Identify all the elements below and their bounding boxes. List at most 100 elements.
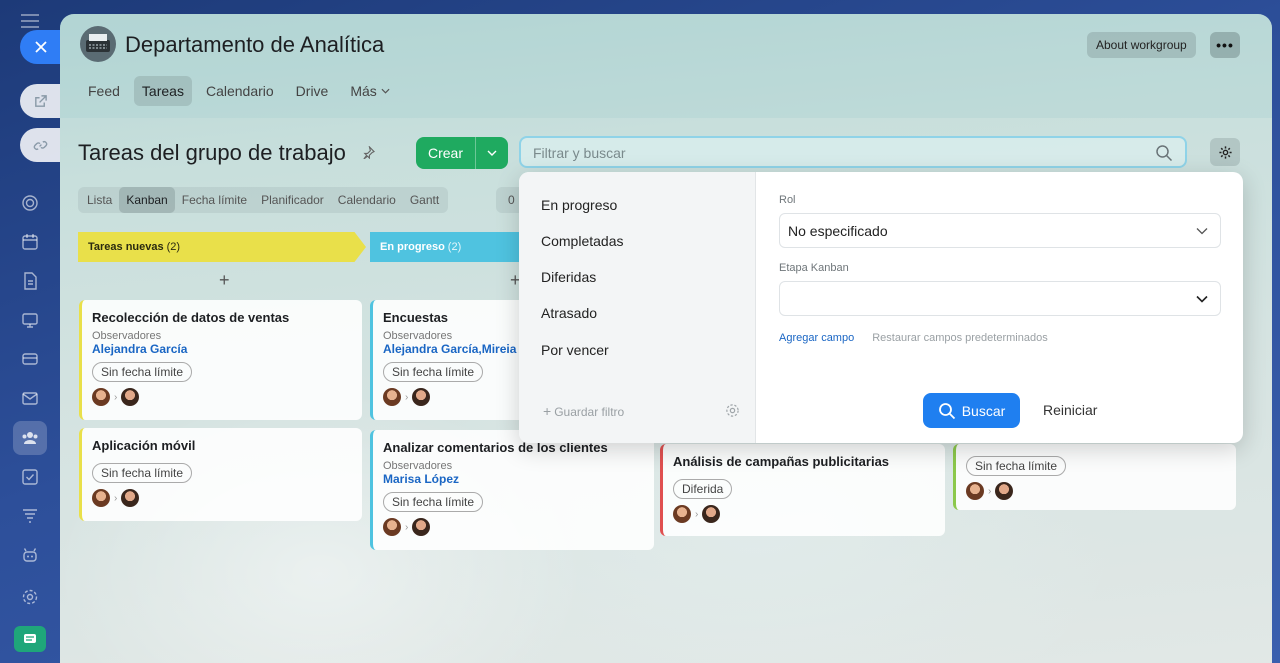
avatar[interactable] <box>121 388 140 406</box>
avatar[interactable] <box>121 489 140 507</box>
view-kanban[interactable]: Kanban <box>119 187 175 213</box>
rail-settings-icon[interactable] <box>18 585 42 609</box>
settings-button[interactable] <box>1210 138 1240 166</box>
preset-diferidas[interactable]: Diferidas <box>541 269 596 285</box>
save-filter-label: Guardar filtro <box>554 405 625 419</box>
chevron-right-icon: › <box>695 508 699 520</box>
rail-document-icon[interactable] <box>18 269 42 293</box>
avatar[interactable] <box>995 482 1014 500</box>
observers-label: Observadores <box>383 330 453 342</box>
task-card[interactable]: Analizar comentarios de los clientes Obs… <box>370 430 654 550</box>
deadline-chip[interactable]: Sin fecha límite <box>383 362 484 382</box>
deadline-chip[interactable]: Sin fecha límite <box>966 456 1067 476</box>
menu-icon[interactable] <box>20 14 40 28</box>
copy-link-button[interactable] <box>20 128 60 162</box>
filter-presets: En progreso Completadas Diferidas Atrasa… <box>519 172 756 443</box>
field-label-rol: Rol <box>779 194 796 206</box>
assignees: › <box>383 518 644 536</box>
deadline-chip[interactable]: Sin fecha límite <box>383 492 484 512</box>
assignees: › <box>92 388 352 406</box>
create-dropdown-button[interactable] <box>476 137 508 169</box>
observer-name[interactable]: Alejandra García,Mireia M <box>383 342 520 356</box>
create-button[interactable]: Crear <box>416 137 508 169</box>
deadline-chip[interactable]: Sin fecha límite <box>92 362 193 382</box>
avatar[interactable] <box>702 505 721 523</box>
preset-atrasado[interactable]: Atrasado <box>541 305 597 321</box>
avatar[interactable] <box>412 388 431 406</box>
chevron-right-icon: › <box>114 492 118 504</box>
rail-card-icon[interactable] <box>18 347 42 371</box>
deadline-chip[interactable]: Sin fecha límite <box>92 463 193 483</box>
rol-select[interactable]: No especificado <box>779 213 1221 248</box>
plus-icon: + <box>543 403 552 419</box>
save-filter-button[interactable]: + Guardar filtro <box>543 403 624 419</box>
tab-calendario[interactable]: Calendario <box>198 76 282 106</box>
task-card[interactable]: Recolección de datos de ventas Observado… <box>79 300 362 420</box>
task-title: Análisis de campañas publicitarias <box>673 454 890 469</box>
etapa-kanban-select[interactable] <box>779 281 1221 316</box>
task-card[interactable]: Aplicación móvil Sin fecha límite › <box>79 428 362 521</box>
restore-fields-link[interactable]: Restaurar campos predeterminados <box>872 332 1047 344</box>
chevron-down-icon <box>487 150 497 156</box>
rail-target-icon[interactable] <box>18 191 42 215</box>
view-planificador[interactable]: Planificador <box>254 187 331 213</box>
rail-calendar-icon[interactable] <box>18 230 42 254</box>
about-workgroup-button[interactable]: About workgroup <box>1087 32 1196 58</box>
rail-tasks-icon[interactable] <box>18 465 42 489</box>
tab-feed[interactable]: Feed <box>80 76 128 106</box>
observer-name[interactable]: Marisa López <box>383 472 644 486</box>
search-button-label: Buscar <box>961 402 1006 419</box>
column-header-en-progreso[interactable]: En progreso (2) <box>370 232 530 262</box>
observer-name[interactable]: Alejandra García <box>92 342 352 356</box>
tab-tareas[interactable]: Tareas <box>133 76 192 106</box>
preset-por-vencer[interactable]: Por vencer <box>541 342 609 358</box>
avatar[interactable] <box>673 505 691 523</box>
workgroup-avatar[interactable] <box>80 26 116 62</box>
chevron-right-icon: › <box>988 485 992 497</box>
gear-icon[interactable] <box>725 403 740 418</box>
avatar[interactable] <box>92 388 110 406</box>
search-icon[interactable] <box>1155 144 1173 162</box>
close-slider-button[interactable] <box>20 30 62 64</box>
rail-workgroups-icon[interactable] <box>13 421 47 455</box>
avatar[interactable] <box>966 482 984 500</box>
view-gantt[interactable]: Gantt <box>403 187 446 213</box>
view-calendario[interactable]: Calendario <box>331 187 403 213</box>
pin-icon[interactable] <box>362 145 376 162</box>
add-field-link[interactable]: Agregar campo <box>779 332 854 344</box>
column-count: (2) <box>166 241 181 253</box>
avatar[interactable] <box>412 518 431 536</box>
chevron-down-icon <box>1196 228 1208 235</box>
preset-en-progreso[interactable]: En progreso <box>541 197 617 213</box>
app-launcher-icon[interactable] <box>14 626 46 652</box>
avatar[interactable] <box>92 489 110 507</box>
status-chip[interactable]: Diferida <box>673 479 733 499</box>
open-new-window-button[interactable] <box>20 84 60 118</box>
rail-funnel-icon[interactable] <box>18 504 42 528</box>
assignees: › <box>673 505 935 523</box>
task-card[interactable]: Encuestas Observadores Alejandra García,… <box>370 300 530 420</box>
task-card[interactable]: Sin fecha límite › <box>953 444 1236 510</box>
reset-button[interactable]: Reiniciar <box>1043 402 1097 418</box>
column-title: En progreso <box>380 241 445 253</box>
view-fecha-limite[interactable]: Fecha límite <box>175 187 254 213</box>
assignees: › <box>92 489 352 507</box>
search-button[interactable]: Buscar <box>923 393 1020 428</box>
add-task-plus-icon[interactable]: + <box>219 270 230 291</box>
more-options-button[interactable]: ••• <box>1210 32 1240 58</box>
observers-label: Observadores <box>383 460 453 472</box>
rail-robot-icon[interactable] <box>18 543 42 567</box>
avatar[interactable] <box>383 388 401 406</box>
preset-completadas[interactable]: Completadas <box>541 233 624 249</box>
view-lista[interactable]: Lista <box>80 187 119 213</box>
search-input[interactable] <box>533 143 1133 163</box>
tab-drive[interactable]: Drive <box>288 76 337 106</box>
close-icon <box>35 41 47 53</box>
rail-mail-icon[interactable] <box>18 386 42 410</box>
tab-mas[interactable]: Más <box>342 76 397 106</box>
rail-board-icon[interactable] <box>18 308 42 332</box>
filter-search-box[interactable] <box>519 136 1187 168</box>
column-header-nuevas[interactable]: Tareas nuevas (2) <box>78 232 366 262</box>
avatar[interactable] <box>383 518 401 536</box>
task-card[interactable]: Análisis de campañas publicitarias Difer… <box>660 444 945 536</box>
